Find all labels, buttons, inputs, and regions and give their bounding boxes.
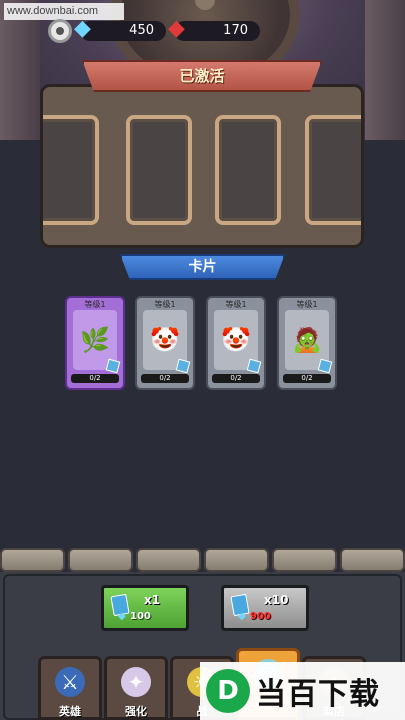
stone-block — [0, 548, 65, 572]
card-level: 等级1 — [84, 300, 106, 309]
active-slot-4[interactable] — [305, 115, 361, 225]
left-pillar — [0, 0, 40, 140]
card-1[interactable]: 等级1 🌿 0/2 — [65, 296, 125, 390]
card-level: 等级1 — [154, 300, 176, 309]
tab-upgrade[interactable]: ✦ 强化 — [104, 656, 168, 720]
draw-multiplier: x10 — [264, 593, 289, 607]
draw-cost: 900 — [250, 611, 271, 622]
cards-title: 卡片 — [188, 259, 217, 275]
active-cards-panel — [40, 84, 364, 248]
logo-text: 当百下载 — [256, 677, 380, 712]
wings-icon: ✦ — [121, 667, 151, 697]
card-mini-icon — [246, 358, 262, 374]
stone-block — [272, 548, 337, 572]
card-mini-icon — [317, 358, 333, 374]
tab-hero[interactable]: ⚔ 英雄 — [38, 656, 102, 720]
draw-cost: 100 — [130, 611, 151, 622]
draw-x10-button[interactable]: x10 ◆ 900 — [221, 585, 309, 631]
settings-gear-icon[interactable] — [48, 19, 72, 43]
card-level: 等级1 — [296, 300, 318, 309]
stone-block — [68, 548, 133, 572]
tab-label: 英雄 — [59, 705, 81, 718]
active-title: 已激活 — [179, 67, 225, 85]
card-progress: 0/2 — [212, 374, 260, 383]
draw-multiplier: x1 — [144, 593, 161, 607]
active-slot-2[interactable] — [126, 115, 192, 225]
watermark-logo: D 当百下载 — [200, 662, 405, 720]
draw-x1-button[interactable]: x1 ◆ 100 — [101, 585, 189, 631]
card-4[interactable]: 等级1 🧟 0/2 — [277, 296, 337, 390]
logo-mark-icon: D — [206, 669, 250, 713]
stone-block — [340, 548, 405, 572]
active-ribbon: 已激活 — [82, 60, 322, 92]
active-slot-1[interactable] — [43, 115, 99, 225]
gem-value: 450 — [129, 23, 154, 38]
gem-icon: ◆ — [238, 611, 246, 622]
resource-bar: ◆ 450 ◆ 170 — [48, 17, 260, 44]
right-pillar — [365, 0, 405, 140]
cards-ribbon: 卡片 — [120, 254, 285, 280]
card-level: 等级1 — [225, 300, 247, 309]
gem-icon: ◆ — [74, 16, 91, 41]
tab-label: 强化 — [125, 705, 147, 718]
card-progress: 0/2 — [71, 374, 119, 383]
card-progress: 0/2 — [283, 374, 331, 383]
stone-block — [204, 548, 269, 572]
ruby-icon: ◆ — [168, 16, 185, 41]
card-2[interactable]: 等级1 🤡 0/2 — [135, 296, 195, 390]
card-mini-icon — [175, 358, 191, 374]
stone-block — [136, 548, 201, 572]
gem-counter: ◆ 450 — [74, 17, 166, 41]
card-progress: 0/2 — [141, 374, 189, 383]
card-3[interactable]: 等级1 🤡 0/2 — [206, 296, 266, 390]
active-slot-3[interactable] — [215, 115, 281, 225]
hero-icon: ⚔ — [55, 667, 85, 697]
ruby-counter: ◆ 170 — [168, 17, 260, 41]
stone-divider — [0, 548, 405, 572]
card-mini-icon — [105, 358, 121, 374]
ruby-value: 170 — [223, 23, 248, 38]
gem-icon: ◆ — [118, 611, 126, 622]
